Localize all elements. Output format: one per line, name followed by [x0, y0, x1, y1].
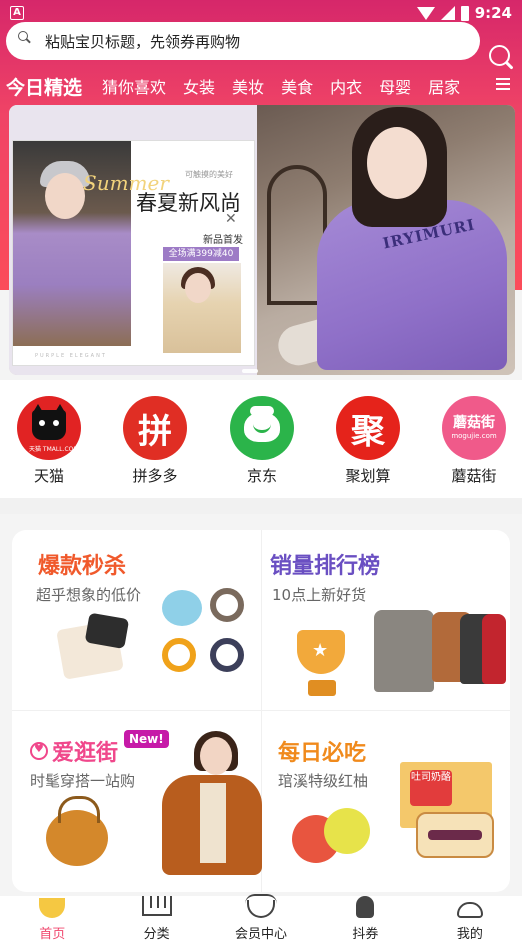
model-face: [367, 127, 427, 199]
hair-clip-image: [162, 590, 202, 626]
shortcut-mogujie[interactable]: 蘑菇街 mogujie.com 蘑菇街: [434, 396, 514, 486]
nav-profile[interactable]: 我的: [418, 896, 522, 943]
nav-label: 抖券: [352, 927, 379, 942]
tab-baby[interactable]: 母婴: [379, 74, 411, 98]
daily-title: 每日必吃: [278, 741, 367, 766]
search-bar[interactable]: 粘贴宝贝标题，先领券再购物: [6, 22, 480, 60]
headband-image: [210, 638, 244, 672]
handbag-image: [46, 796, 108, 866]
shortcut-label: 天猫: [33, 467, 64, 485]
ranking-subtitle: 10点上新好货: [272, 586, 367, 604]
home-icon: [39, 898, 66, 918]
douyin-coupon-icon: [356, 896, 375, 918]
jd-dog-icon: [230, 396, 294, 460]
battery-icon: [460, 5, 469, 21]
ranking-title: 销量排行榜: [270, 554, 381, 579]
mogujie-icon: 蘑菇街 mogujie.com: [442, 396, 506, 460]
pinduoduo-glyph: 拼: [138, 412, 172, 452]
street-title: 爱逛街: [52, 741, 119, 766]
headband-image: [162, 638, 196, 672]
shortcut-label: 聚划算: [345, 467, 391, 485]
pomelo-image: [324, 808, 370, 854]
tmall-cat-icon: 天猫 TMALL.COM: [17, 396, 81, 460]
tmall-face: [32, 410, 66, 440]
platform-shortcuts: 天猫 TMALL.COM 天猫 拼 拼多多 京东 聚 聚划算 蘑菇街 moguj…: [0, 380, 522, 498]
banner-footer-text: PURPLE ELEGANT: [35, 353, 107, 359]
flash-sale-title: 爆款秒杀: [38, 554, 127, 579]
shortcut-juhuasuan[interactable]: 聚 聚划算: [328, 396, 408, 486]
carousel-indicator: [242, 369, 258, 373]
model-photo-2: [163, 263, 241, 353]
trophy-base: [308, 680, 336, 696]
pinduoduo-icon: 拼: [123, 396, 187, 460]
search-button-icon[interactable]: [486, 42, 516, 72]
heart-icon: [30, 742, 48, 760]
flash-sale-subtitle: 超乎想象的低价: [36, 586, 142, 604]
nav-label: 我的: [456, 927, 483, 942]
star-icon: ★: [312, 640, 329, 661]
nav-label: 分类: [143, 927, 170, 942]
snack-box-label: 吐司奶酪: [410, 770, 452, 806]
wifi-icon: [416, 6, 435, 20]
tmall-tag: 天猫 TMALL.COM: [29, 446, 79, 453]
banner-left-panel: Summer 可触摸的美好 春夏新风尚 ✕ 新品首发 全场满399减40 PUR…: [9, 105, 259, 375]
nav-label: 首页: [39, 927, 66, 942]
fashion-model-image: [162, 731, 262, 885]
mogujie-logo-text: 蘑菇街: [453, 415, 495, 431]
nav-label: 会员中心: [235, 927, 288, 942]
category-icon: [141, 896, 172, 916]
category-tabs: 今日精选 猜你喜欢 女装 美妆 美食 内衣 母婴 居家: [0, 70, 522, 102]
profile-icon: [456, 902, 483, 918]
banner-card: Summer 可触摸的美好 春夏新风尚 ✕ 新品首发 全场满399减40 PUR…: [12, 140, 255, 366]
street-subtitle: 时髦穿搭一站购: [30, 772, 136, 790]
model-inner: [200, 783, 226, 863]
mogujie-url: mogujie.com: [451, 432, 497, 440]
tab-beauty[interactable]: 美妆: [232, 74, 264, 98]
tab-today[interactable]: 今日精选: [6, 73, 82, 100]
shortcut-label: 京东: [246, 467, 277, 485]
signal-icon: [440, 6, 455, 20]
model-face: [185, 273, 211, 303]
section-divider: [0, 498, 522, 514]
daily-subtitle: 琯溪特级红柚: [278, 772, 369, 790]
tab-underwear[interactable]: 内衣: [330, 74, 362, 98]
shortcut-tmall[interactable]: 天猫 TMALL.COM 天猫: [9, 396, 89, 486]
juhuasuan-icon: 聚: [336, 396, 400, 460]
juhuasuan-glyph: 聚: [351, 412, 385, 452]
shortcut-pinduoduo[interactable]: 拼 拼多多: [115, 396, 195, 486]
nav-home[interactable]: 首页: [0, 896, 104, 943]
menu-icon[interactable]: [496, 78, 510, 90]
shortcut-label: 拼多多: [132, 467, 178, 485]
close-icon: ✕: [225, 211, 237, 227]
model-face: [200, 737, 232, 775]
jd-dog: [244, 406, 280, 442]
promo-banner[interactable]: Summer 可触摸的美好 春夏新风尚 ✕ 新品首发 全场满399减40 PUR…: [9, 105, 515, 375]
banner-small-text: 可触摸的美好: [185, 170, 233, 179]
banner-promo-tag: 全场满399减40: [163, 247, 239, 261]
banner-model-photo: IRYIMURI: [257, 105, 515, 375]
search-icon: [18, 30, 31, 44]
search-placeholder: 粘贴宝贝标题，先领券再购物: [45, 32, 241, 51]
vip-center-icon: [245, 894, 278, 918]
sweater-image: [374, 610, 434, 692]
sweater-image: [482, 614, 506, 684]
headband-image: [210, 588, 244, 622]
bottom-nav: 首页 分类 会员中心 抖券 我的: [0, 894, 522, 943]
model-face: [45, 173, 85, 219]
status-time: 9:24: [474, 4, 512, 22]
tab-food[interactable]: 美食: [281, 74, 313, 98]
nav-vip-center[interactable]: 会员中心: [209, 894, 313, 943]
nav-category[interactable]: 分类: [104, 896, 208, 943]
banner-new-label: 新品首发: [203, 235, 243, 246]
shortcut-jd[interactable]: 京东: [222, 396, 302, 486]
tab-guess[interactable]: 猜你喜欢: [102, 74, 166, 98]
tab-home[interactable]: 居家: [428, 74, 460, 98]
notification-icon: A: [10, 6, 24, 20]
shortcut-label: 蘑菇街: [451, 467, 497, 485]
promo-grid: 爆款秒杀 超乎想象的低价 销量排行榜 10点上新好货 ★ 爱逛街 New! 时髦…: [12, 530, 510, 892]
nav-douyin-coupon[interactable]: 抖券: [313, 896, 417, 943]
toast-image: [416, 812, 494, 858]
tab-women[interactable]: 女装: [183, 74, 215, 98]
socks-image: [56, 620, 124, 680]
